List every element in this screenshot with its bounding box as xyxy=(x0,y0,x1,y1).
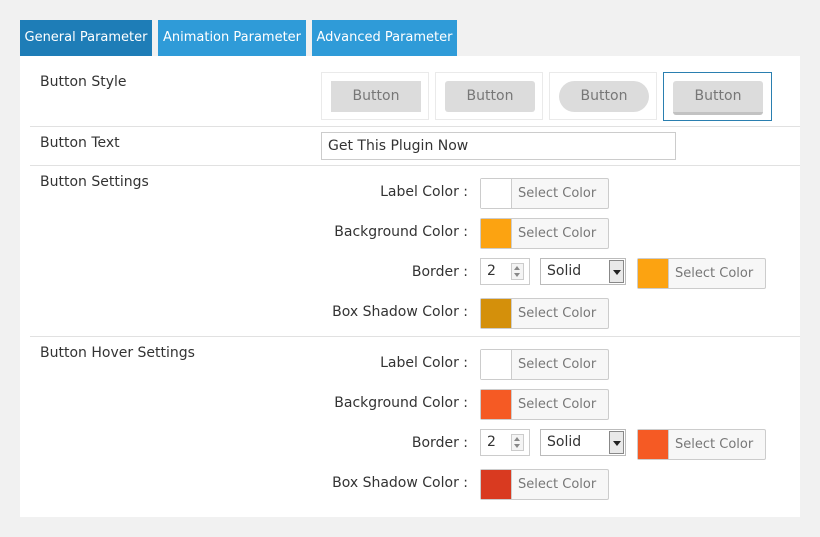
hover-label-color-label: Label Color : xyxy=(380,355,468,371)
select-color-text: Select Color xyxy=(675,266,754,281)
color-swatch xyxy=(481,390,512,419)
hover-background-color-label: Background Color : xyxy=(334,395,468,411)
button-style-option-1[interactable]: Button xyxy=(321,72,429,120)
background-color-picker[interactable]: Select Color xyxy=(480,218,609,249)
button-hover-settings-title: Button Hover Settings xyxy=(40,345,195,361)
color-swatch xyxy=(638,259,669,288)
button-style-option-2[interactable]: Button xyxy=(435,72,543,120)
divider xyxy=(30,165,800,166)
color-swatch xyxy=(481,470,512,499)
border-style-value: Solid xyxy=(547,434,582,450)
hover-border-width-stepper[interactable]: 2 xyxy=(480,429,530,456)
button-text-input[interactable]: Get This Plugin Now xyxy=(321,132,676,160)
hover-box-shadow-color-picker[interactable]: Select Color xyxy=(480,469,609,500)
select-color-text: Select Color xyxy=(675,437,754,452)
hover-border-label: Border : xyxy=(411,435,468,451)
label-color-picker[interactable]: Select Color xyxy=(480,178,609,209)
box-shadow-color-label: Box Shadow Color : xyxy=(332,304,468,320)
color-swatch xyxy=(481,219,512,248)
color-swatch xyxy=(481,350,512,379)
hover-border-color-picker[interactable]: Select Color xyxy=(637,429,766,460)
select-color-text: Select Color xyxy=(518,397,597,412)
select-color-text: Select Color xyxy=(518,186,597,201)
divider xyxy=(30,126,800,127)
color-swatch xyxy=(481,179,512,208)
border-style-value: Solid xyxy=(547,263,582,279)
select-color-text: Select Color xyxy=(518,357,597,372)
border-label: Border : xyxy=(411,264,468,280)
spinner-arrows-icon[interactable] xyxy=(511,434,524,451)
divider xyxy=(30,336,800,337)
chevron-down-icon[interactable] xyxy=(609,431,624,454)
hover-border-style-select[interactable]: Solid xyxy=(540,429,626,456)
tab-general-parameter[interactable]: General Parameter xyxy=(20,20,152,56)
chevron-down-icon[interactable] xyxy=(609,260,624,283)
button-style-label: Button Style xyxy=(40,74,127,90)
tab-advanced-parameter[interactable]: Advanced Parameter xyxy=(312,20,457,56)
hover-background-color-picker[interactable]: Select Color xyxy=(480,389,609,420)
button-style-option-4[interactable]: Button xyxy=(663,72,772,121)
color-swatch xyxy=(638,430,669,459)
border-color-picker[interactable]: Select Color xyxy=(637,258,766,289)
select-color-text: Select Color xyxy=(518,226,597,241)
border-style-select[interactable]: Solid xyxy=(540,258,626,285)
border-width-value: 2 xyxy=(487,263,496,279)
button-settings-title: Button Settings xyxy=(40,174,149,190)
select-color-text: Select Color xyxy=(518,306,597,321)
hover-label-color-picker[interactable]: Select Color xyxy=(480,349,609,380)
label-color-label: Label Color : xyxy=(380,184,468,200)
style-preview-button: Button xyxy=(673,81,763,115)
button-style-option-3[interactable]: Button xyxy=(549,72,657,120)
box-shadow-color-picker[interactable]: Select Color xyxy=(480,298,609,329)
style-preview-button: Button xyxy=(445,81,535,112)
style-preview-button: Button xyxy=(331,81,421,112)
color-swatch xyxy=(481,299,512,328)
border-width-stepper[interactable]: 2 xyxy=(480,258,530,285)
button-text-label: Button Text xyxy=(40,135,120,151)
hover-box-shadow-color-label: Box Shadow Color : xyxy=(332,475,468,491)
spinner-arrows-icon[interactable] xyxy=(511,263,524,280)
tab-animation-parameter[interactable]: Animation Parameter xyxy=(158,20,306,56)
border-width-value: 2 xyxy=(487,434,496,450)
background-color-label: Background Color : xyxy=(334,224,468,240)
select-color-text: Select Color xyxy=(518,477,597,492)
style-preview-button: Button xyxy=(559,81,649,112)
